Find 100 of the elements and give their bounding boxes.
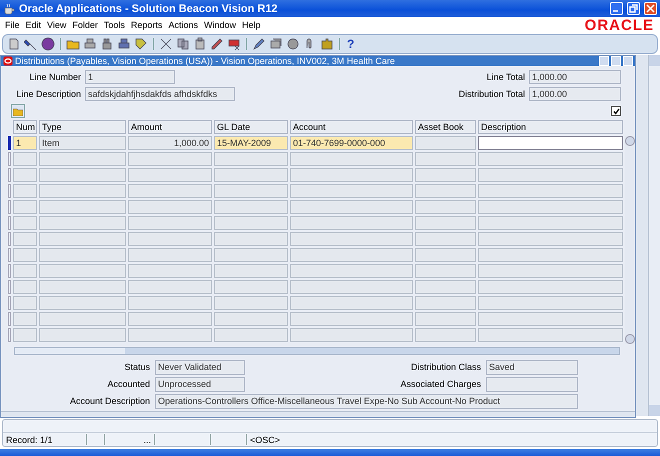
table-cell[interactable] <box>415 232 476 246</box>
table-cell[interactable] <box>128 184 212 198</box>
table-cell[interactable] <box>128 216 212 230</box>
table-cell[interactable] <box>39 216 126 230</box>
table-cell[interactable] <box>13 280 37 294</box>
table-cell[interactable] <box>39 168 126 182</box>
table-cell[interactable] <box>13 296 37 310</box>
table-cell[interactable] <box>39 184 126 198</box>
table-cell[interactable] <box>214 248 288 262</box>
table-cell[interactable] <box>214 328 288 342</box>
scrollbar[interactable] <box>648 55 660 416</box>
scissors-icon[interactable] <box>159 37 173 51</box>
table-cell[interactable] <box>478 152 623 166</box>
table-cell[interactable] <box>290 232 413 246</box>
table-cell[interactable] <box>13 264 37 278</box>
table-cell[interactable] <box>290 248 413 262</box>
table-cell[interactable] <box>214 264 288 278</box>
table-cell[interactable] <box>13 248 37 262</box>
table-cell[interactable] <box>478 264 623 278</box>
table-cell[interactable] <box>13 328 37 342</box>
table-cell[interactable] <box>478 200 623 214</box>
table-cell[interactable] <box>478 296 623 310</box>
table-cell[interactable] <box>39 248 126 262</box>
table-cell[interactable] <box>128 232 212 246</box>
row-marker[interactable] <box>8 280 11 294</box>
checkbox[interactable] <box>611 106 621 116</box>
status-field[interactable]: Never Validated <box>155 360 245 374</box>
table-cell[interactable] <box>214 312 288 326</box>
stack-icon[interactable] <box>269 37 283 51</box>
circle-icon[interactable] <box>286 37 300 51</box>
table-cell[interactable] <box>13 312 37 326</box>
row-marker[interactable] <box>8 184 11 198</box>
help-button[interactable]: ? <box>345 37 356 51</box>
row-marker[interactable] <box>8 152 11 166</box>
table-cell[interactable] <box>415 168 476 182</box>
table-cell[interactable] <box>415 152 476 166</box>
table-cell[interactable] <box>128 264 212 278</box>
copy-icon[interactable] <box>176 37 190 51</box>
table-cell[interactable] <box>214 168 288 182</box>
table-cell[interactable] <box>290 184 413 198</box>
table-cell[interactable] <box>214 216 288 230</box>
table-cell[interactable] <box>290 200 413 214</box>
table-cell[interactable] <box>13 200 37 214</box>
menu-item[interactable]: View <box>44 20 70 30</box>
table-cell[interactable] <box>39 296 126 310</box>
table-cell[interactable] <box>214 200 288 214</box>
row-marker[interactable] <box>8 216 11 230</box>
column-header[interactable]: Description <box>478 120 623 134</box>
maximize-button[interactable] <box>611 56 621 66</box>
column-header[interactable]: Num <box>13 120 37 134</box>
close-button[interactable] <box>644 2 657 15</box>
table-cell[interactable] <box>478 312 623 326</box>
row-marker[interactable] <box>8 232 11 246</box>
accounted-field[interactable]: Unprocessed <box>155 376 245 392</box>
table-cell[interactable] <box>290 296 413 310</box>
table-cell[interactable]: 15-MAY-2009 <box>214 136 288 150</box>
table-cell[interactable] <box>39 280 126 294</box>
table-cell[interactable]: 1 <box>13 136 37 150</box>
table-cell[interactable] <box>290 152 413 166</box>
table-cell[interactable] <box>39 264 126 278</box>
restore-button[interactable] <box>627 2 640 15</box>
menu-item[interactable]: Edit <box>22 20 44 30</box>
table-cell[interactable] <box>478 216 623 230</box>
table-cell[interactable]: 1,000.00 <box>128 136 212 150</box>
clipboard-icon[interactable] <box>193 37 207 51</box>
row-marker[interactable] <box>8 136 11 150</box>
minimize-button[interactable] <box>610 2 623 15</box>
menu-item[interactable]: Folder <box>69 20 101 30</box>
table-cell[interactable] <box>478 184 623 198</box>
row-marker[interactable] <box>8 168 11 182</box>
row-marker[interactable] <box>8 312 11 326</box>
row-marker[interactable] <box>8 296 11 310</box>
table-cell[interactable] <box>13 184 37 198</box>
table-cell[interactable] <box>415 312 476 326</box>
table-cell[interactable] <box>13 168 37 182</box>
line-total-field[interactable]: 1,000.00 <box>529 70 621 84</box>
column-header[interactable]: Amount <box>128 120 212 134</box>
row-marker[interactable] <box>8 248 11 262</box>
table-cell[interactable] <box>478 136 623 150</box>
column-header[interactable]: Asset Book <box>415 120 476 134</box>
menu-item[interactable]: Help <box>238 20 264 30</box>
table-cell[interactable] <box>39 152 126 166</box>
line-description-field[interactable]: safdskjdahfjhsdakfds afhdskfdks <box>85 87 235 101</box>
table-cell[interactable] <box>415 280 476 294</box>
tag-icon[interactable] <box>134 37 148 51</box>
table-cell[interactable] <box>415 136 476 150</box>
scrollbar[interactable] <box>14 347 620 354</box>
table-cell[interactable] <box>415 328 476 342</box>
folder-button[interactable] <box>11 104 25 118</box>
scrollbar[interactable] <box>625 136 635 344</box>
table-cell[interactable] <box>290 264 413 278</box>
table-cell[interactable] <box>39 200 126 214</box>
table-cell[interactable] <box>415 200 476 214</box>
table-cell[interactable]: 01-740-7699-0000-000 <box>290 136 413 150</box>
table-cell[interactable] <box>214 152 288 166</box>
table-cell[interactable] <box>39 328 126 342</box>
table-cell[interactable] <box>478 328 623 342</box>
table-cell[interactable] <box>128 168 212 182</box>
table-cell[interactable] <box>128 248 212 262</box>
pencil-icon[interactable] <box>210 37 224 51</box>
